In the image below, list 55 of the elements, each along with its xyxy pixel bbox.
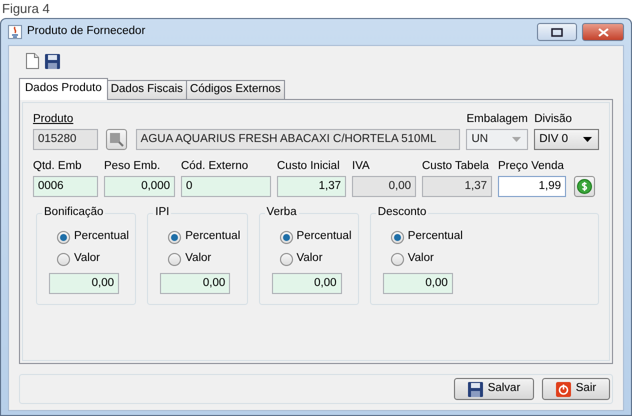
- product-description-field[interactable]: AGUA AQUARIUS FRESH ABACAXI C/HORTELA 510ML: [136, 129, 460, 150]
- packaging-label: Embalagem: [466, 113, 528, 127]
- input-field[interactable]: 0006: [33, 176, 98, 197]
- java-app-icon: [8, 25, 22, 39]
- product-code-field[interactable]: 015280: [33, 129, 98, 150]
- figure-caption: Figura 4: [1, 0, 51, 18]
- search-button[interactable]: [106, 129, 127, 150]
- save-button[interactable]: Salvar: [454, 378, 534, 400]
- field-label: Peso Emb.: [104, 160, 162, 174]
- radio-option[interactable]: Valor: [49, 248, 136, 270]
- power-icon: [556, 382, 571, 396]
- dollar-icon: [577, 179, 592, 194]
- close-icon: [598, 28, 608, 36]
- input-field[interactable]: 1,99: [498, 176, 566, 197]
- division-label: Divisão: [534, 113, 573, 127]
- caret-icon: [512, 137, 522, 142]
- product-label: Produto: [33, 113, 74, 125]
- close-button[interactable]: [582, 23, 624, 41]
- field-label: Custo Inicial: [277, 160, 341, 174]
- input-field[interactable]: 0,00: [272, 273, 342, 294]
- field-label: Qtd. Emb: [33, 160, 83, 174]
- input-field[interactable]: 0,00: [382, 273, 453, 294]
- money-button[interactable]: [574, 176, 595, 197]
- radio-option[interactable]: Percentual: [49, 226, 136, 248]
- field-label: Preço Venda: [498, 160, 565, 174]
- field-label: Cód. Externo: [181, 160, 250, 174]
- input-field[interactable]: 1,37: [277, 176, 346, 197]
- radio-option[interactable]: Valor: [160, 248, 247, 270]
- field-label: Custo Tabela: [422, 160, 490, 174]
- tab[interactable]: Dados Produto: [19, 78, 108, 100]
- restore-icon: [551, 28, 563, 36]
- input-field[interactable]: 1,37: [422, 176, 492, 197]
- radio-option[interactable]: Percentual: [160, 226, 247, 248]
- input-field[interactable]: 0,00: [49, 273, 119, 294]
- save-icon[interactable]: [45, 54, 60, 68]
- save-icon: [468, 382, 483, 396]
- new-document-icon[interactable]: [26, 53, 39, 69]
- radio-option[interactable]: Percentual: [382, 226, 598, 248]
- window-title: Produto de Fornecedor: [27, 25, 146, 39]
- input-field[interactable]: 0,00: [352, 176, 416, 197]
- input-field[interactable]: 0: [181, 176, 271, 197]
- input-field[interactable]: 0,000: [104, 176, 175, 197]
- radio-option[interactable]: Valor: [382, 248, 598, 270]
- radio-option[interactable]: Percentual: [272, 226, 358, 248]
- search-icon: [108, 132, 124, 147]
- input-field[interactable]: 0,00: [160, 273, 230, 294]
- restore-button[interactable]: [537, 23, 577, 41]
- radio-option[interactable]: Valor: [272, 248, 358, 270]
- group-title: Bonificação: [42, 206, 106, 220]
- caret-icon: [583, 137, 592, 142]
- exit-button[interactable]: Sair: [542, 378, 610, 400]
- field-label: IVA: [352, 160, 371, 174]
- tab[interactable]: Dados Fiscais: [106, 80, 187, 99]
- tab[interactable]: Códigos Externos: [186, 80, 285, 99]
- division-dropdown[interactable]: DIV 0: [534, 129, 599, 150]
